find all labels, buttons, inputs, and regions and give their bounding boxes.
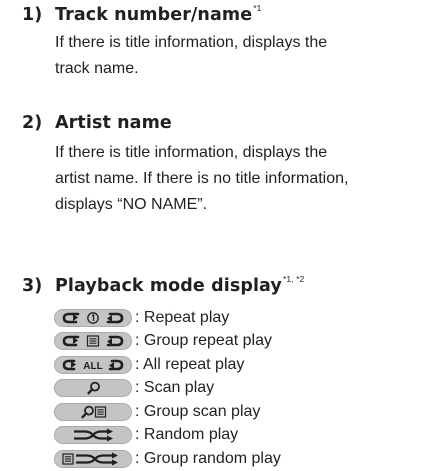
section-3-footnote: *1, *2 — [282, 274, 305, 284]
mode-label-group-scan: : Group scan play — [135, 402, 261, 420]
mode-label-random: : Random play — [135, 426, 239, 444]
mode-row-repeat: : Repeat play — [54, 306, 281, 330]
mode-row-random: : Random play — [54, 424, 281, 448]
group-scan-icon — [54, 402, 132, 421]
section-1-heading: 1) Track number/name*1 — [22, 3, 261, 25]
mode-label-group-random: : Group random play — [135, 449, 281, 467]
section-2-description-line: artist name. If there is no title inform… — [55, 170, 349, 187]
section-2-number: 2) — [22, 113, 43, 133]
section-2-description-line: displays “NO NAME”. — [55, 196, 208, 213]
section-1-description-line: If there is title information, displays … — [55, 34, 328, 51]
section-2-description-line: If there is title information, displays … — [55, 144, 328, 161]
mode-row-group-repeat: : Group repeat play — [54, 330, 281, 354]
scan-icon — [54, 379, 132, 398]
repeat-one-icon — [54, 308, 132, 327]
section-3-number: 3) — [22, 276, 43, 296]
section-1-number: 1) — [22, 5, 43, 25]
mode-label-group-repeat: : Group repeat play — [135, 332, 272, 350]
manual-page: 1) Track number/name*1 If there is title … — [0, 0, 445, 470]
mode-row-scan: : Scan play — [54, 377, 281, 401]
section-1-description-line: track name. — [55, 60, 139, 77]
group-random-icon — [54, 449, 132, 468]
all-repeat-icon-text: ALL — [83, 361, 102, 372]
section-2-title: Artist name — [55, 113, 172, 133]
random-icon — [54, 426, 132, 445]
section-1-title: Track number/name — [55, 5, 253, 25]
section-3-heading: 3) Playback mode display*1, *2 — [22, 274, 304, 296]
playback-mode-list: : Repeat play : Group repeat play ALL: … — [54, 306, 281, 471]
mode-label-all-repeat: : All repeat play — [135, 355, 245, 373]
all-repeat-icon: ALL — [54, 355, 132, 374]
section-1-footnote: *1 — [253, 3, 262, 13]
section-1-description: If there is title information, displays … — [55, 30, 440, 82]
mode-row-group-scan: : Group scan play — [54, 400, 281, 424]
section-2-description: If there is title information, displays … — [55, 140, 440, 218]
mode-label-repeat: : Repeat play — [135, 308, 230, 326]
mode-label-scan: : Scan play — [135, 379, 215, 397]
section-2-heading: 2) Artist name — [22, 113, 172, 133]
group-repeat-icon — [54, 332, 132, 351]
mode-row-all-repeat: ALL : All repeat play — [54, 353, 281, 377]
section-3-title: Playback mode display — [55, 276, 282, 296]
mode-row-group-random: : Group random play — [54, 447, 281, 471]
